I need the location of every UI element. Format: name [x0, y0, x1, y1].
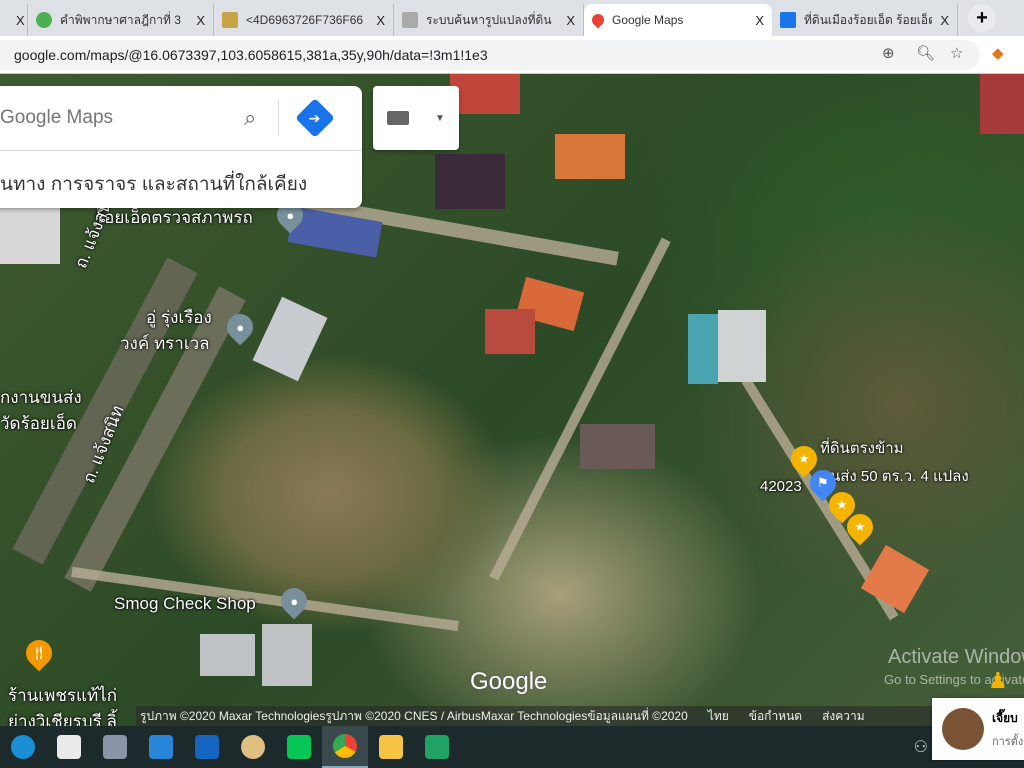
tab-title: ระบบค้นหารูปแปลงที่ดิน — [426, 12, 552, 27]
input-tools-button[interactable]: ▼ — [373, 86, 459, 150]
building — [688, 314, 718, 384]
books-icon — [402, 12, 418, 28]
tab-title: คำพิพากษาศาลฎีกาที่ 3 — [60, 12, 181, 27]
tab-bar: X คำพิพากษาศาลฎีกาที่ 3 X <4D6963726F736F… — [0, 0, 1024, 36]
place-label[interactable]: ร้อยเอ็ดตรวจสภาพรถ — [95, 204, 253, 231]
building — [485, 309, 535, 354]
tab-2[interactable]: ระบบค้นหารูปแปลงที่ดิน X — [394, 4, 584, 36]
tab-1[interactable]: <4D6963726F736F66 X — [214, 4, 394, 36]
edge-icon[interactable] — [0, 726, 46, 768]
place-label[interactable]: ที่ดินตรงข้าม — [820, 436, 904, 460]
paint-icon[interactable] — [230, 726, 276, 768]
dirt-road — [489, 237, 671, 581]
building — [262, 624, 312, 686]
house-icon — [780, 12, 796, 28]
pegman-icon[interactable]: ♟ — [988, 668, 1008, 694]
building — [555, 134, 625, 179]
notification-subtitle: การตั้ง — [992, 735, 1024, 748]
notification-title: เจี๊ยบ — [992, 710, 1018, 725]
tab-4[interactable]: ที่ดินเมืองร้อยเอ็ด ร้อยเอ็ด X — [772, 4, 958, 36]
place-label[interactable]: 42023 — [760, 478, 802, 495]
building — [860, 544, 930, 614]
language-link[interactable]: ไทย — [708, 707, 729, 726]
green-app-icon[interactable] — [414, 726, 460, 768]
green-circle-icon — [36, 12, 52, 28]
windows-taskbar: ⚇ — [0, 726, 1024, 768]
image-icon — [222, 12, 238, 28]
maps-pin-icon — [589, 11, 607, 29]
address-bar-row: google.com/maps/@16.0673397,103.6058615,… — [0, 36, 1024, 74]
avatar — [942, 708, 984, 750]
building — [450, 74, 520, 114]
directions-icon[interactable]: ➔ — [295, 98, 336, 138]
google-logo: Google — [470, 668, 548, 695]
close-tab-icon[interactable]: X — [376, 13, 385, 28]
tab-partial[interactable]: X — [0, 4, 28, 36]
zoom-icon[interactable]: 🔍︎ — [916, 44, 935, 62]
place-label[interactable]: ย่างวิเชียรบุรี ลิ้ — [8, 708, 117, 726]
chevron-down-icon[interactable]: ▼ — [435, 113, 445, 124]
line-icon[interactable] — [276, 726, 322, 768]
building — [435, 154, 505, 209]
people-icon[interactable]: ⚇ — [914, 737, 928, 757]
bluemail-icon[interactable] — [184, 726, 230, 768]
tab-0[interactable]: คำพิพากษาศาลฎีกาที่ 3 X — [28, 4, 214, 36]
tab-title: <4D6963726F736F66 — [246, 13, 364, 27]
search-icon[interactable]: ⌕ — [244, 105, 256, 131]
place-label[interactable]: ร้านเพชรแท้ไก่ — [8, 682, 117, 709]
place-label[interactable]: Smog Check Shop — [114, 594, 256, 614]
store-icon[interactable] — [46, 726, 92, 768]
mail-icon[interactable] — [138, 726, 184, 768]
place-label[interactable]: นส่ง 50 ตร.ว. 4 แปลง — [830, 464, 969, 488]
close-tab-icon[interactable]: X — [566, 13, 575, 28]
close-tab-icon[interactable]: X — [196, 13, 205, 28]
activate-windows-text: Activate Windows — [888, 646, 1024, 668]
place-pin-icon[interactable]: ● — [275, 582, 313, 620]
search-box: ⌕ ➔ — [0, 86, 362, 150]
search-input[interactable] — [0, 107, 230, 129]
building — [580, 424, 655, 469]
metamask-icon[interactable]: ◆ — [992, 44, 1004, 62]
line-notification[interactable]: เจี๊ยบ การตั้ง — [932, 698, 1024, 760]
place-label[interactable]: กงานขนส่ง — [0, 384, 82, 411]
map-footer: รูปภาพ ©2020 Maxar Technologiesรูปภาพ ©2… — [136, 706, 936, 726]
tab-title: ที่ดินเมืองร้อยเอ็ด ร้อยเอ็ด — [804, 12, 933, 27]
place-label[interactable]: วงค์ ทราเวล — [120, 330, 210, 357]
close-tab-icon[interactable]: X — [16, 13, 25, 28]
calculator-icon[interactable] — [92, 726, 138, 768]
bookmark-star-icon[interactable]: ☆ — [950, 44, 963, 62]
terms-link[interactable]: ข้อกำหนด — [749, 707, 802, 726]
feedback-link[interactable]: ส่งความ — [822, 707, 865, 726]
place-label[interactable]: อู่ รุ่งเรือง — [146, 304, 212, 331]
tab-title: Google Maps — [612, 13, 684, 27]
close-tab-icon[interactable]: X — [755, 13, 764, 28]
close-tab-icon[interactable]: X — [940, 13, 949, 28]
file-explorer-icon[interactable] — [368, 726, 414, 768]
restaurant-pin-icon[interactable]: 🍴︎ — [20, 634, 58, 672]
building — [718, 310, 766, 382]
keyboard-icon[interactable] — [387, 111, 409, 125]
search-suggestion[interactable]: นทาง การจราจร และสถานที่ใกล้เคียง — [0, 150, 362, 208]
install-icon[interactable]: ⊕ — [882, 44, 895, 62]
tab-google-maps[interactable]: Google Maps X — [584, 4, 772, 36]
building — [980, 74, 1024, 134]
place-label[interactable]: วัดร้อยเอ็ด — [0, 410, 77, 437]
imagery-credits: รูปภาพ ©2020 Maxar Technologiesรูปภาพ ©2… — [140, 708, 688, 723]
chrome-icon[interactable] — [322, 726, 368, 768]
building — [200, 634, 255, 676]
url-text: google.com/maps/@16.0673397,103.6058615,… — [14, 47, 488, 63]
building — [252, 296, 328, 382]
url-input[interactable]: google.com/maps/@16.0673397,103.6058615,… — [0, 40, 980, 70]
new-tab-button[interactable]: + — [968, 4, 996, 32]
building — [0, 204, 60, 264]
